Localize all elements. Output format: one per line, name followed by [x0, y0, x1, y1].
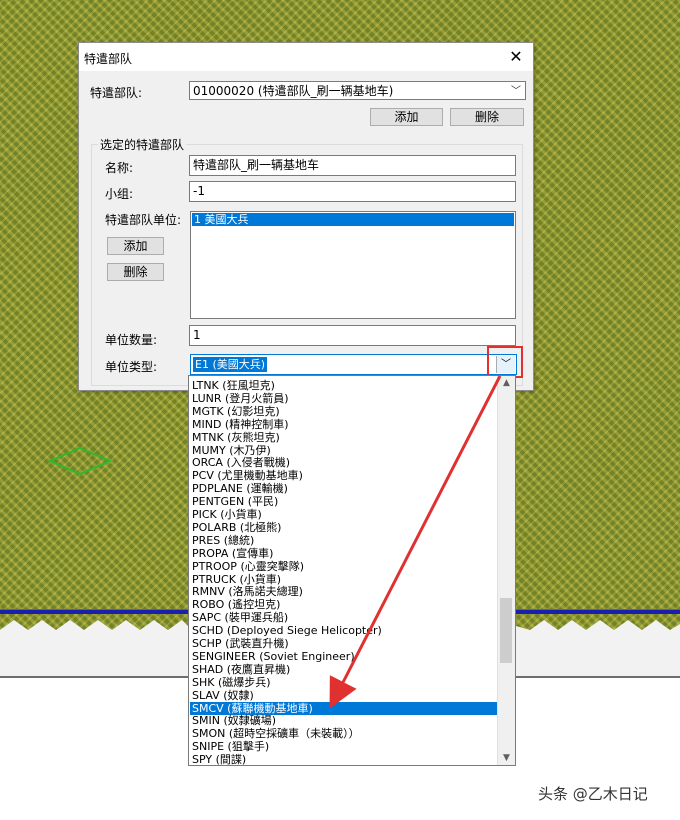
watermark: 头条 @乙木日记	[538, 785, 648, 803]
annotation-arrow	[329, 375, 502, 709]
